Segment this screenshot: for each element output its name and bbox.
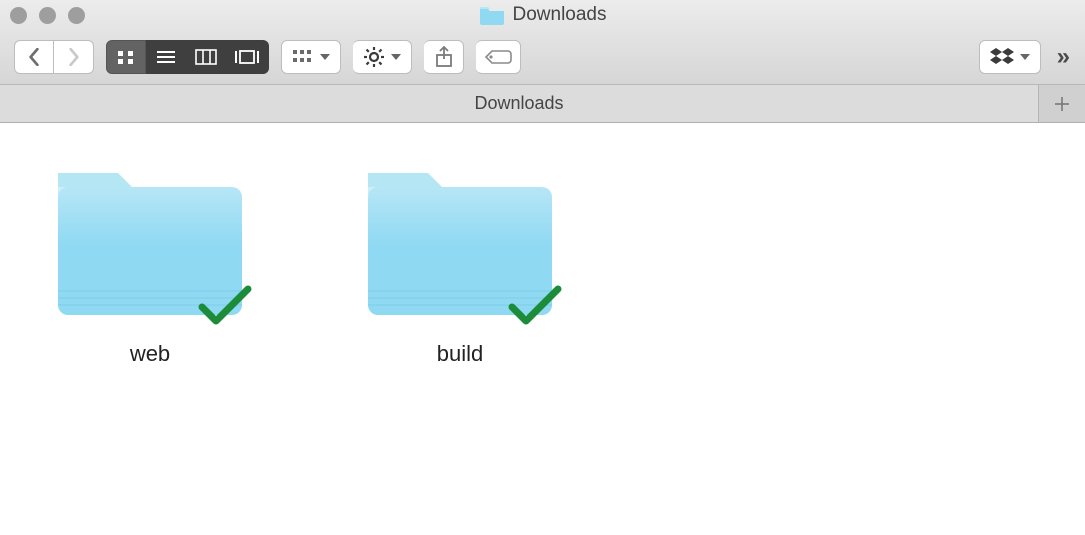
arrange-button[interactable] xyxy=(281,40,341,74)
dropbox-button[interactable] xyxy=(979,40,1041,74)
tab-downloads[interactable]: Downloads xyxy=(0,85,1039,122)
coverflow-view-button[interactable] xyxy=(226,40,269,74)
file-browser-content[interactable]: web build xyxy=(0,123,1085,397)
dropbox-icon xyxy=(990,47,1014,67)
folder-item[interactable]: build xyxy=(360,153,560,367)
title-folder-icon xyxy=(479,5,505,25)
new-tab-button[interactable] xyxy=(1039,85,1085,122)
forward-button[interactable] xyxy=(54,40,94,74)
tab-label: Downloads xyxy=(474,93,563,114)
synced-check-icon xyxy=(506,283,564,327)
column-view-button[interactable] xyxy=(186,40,226,74)
toolbar-overflow-button[interactable]: » xyxy=(1053,43,1071,71)
back-button[interactable] xyxy=(14,40,54,74)
share-button[interactable] xyxy=(424,40,464,74)
action-button[interactable] xyxy=(353,40,412,74)
folder-icon xyxy=(360,153,560,323)
tab-bar: Downloads xyxy=(0,85,1085,123)
window-title: Downloads xyxy=(513,4,607,26)
tag-icon xyxy=(484,48,512,66)
close-window-button[interactable] xyxy=(10,7,27,24)
window-titlebar: Downloads xyxy=(0,0,1085,30)
chevron-down-icon xyxy=(1020,54,1030,60)
share-icon xyxy=(434,46,454,68)
folder-icon xyxy=(50,153,250,323)
toolbar: » xyxy=(0,30,1085,85)
tags-button[interactable] xyxy=(476,40,521,74)
plus-icon xyxy=(1053,95,1071,113)
nav-group xyxy=(14,40,94,74)
synced-check-icon xyxy=(196,283,254,327)
view-mode-group xyxy=(106,40,269,74)
gear-icon xyxy=(363,46,385,68)
window-controls xyxy=(10,7,85,24)
icon-view-button[interactable] xyxy=(106,40,146,74)
folder-label: build xyxy=(437,341,483,367)
list-view-button[interactable] xyxy=(146,40,186,74)
folder-item[interactable]: web xyxy=(50,153,250,367)
chevron-down-icon xyxy=(320,54,330,60)
minimize-window-button[interactable] xyxy=(39,7,56,24)
chevron-down-icon xyxy=(391,54,401,60)
folder-label: web xyxy=(130,341,170,367)
zoom-window-button[interactable] xyxy=(68,7,85,24)
